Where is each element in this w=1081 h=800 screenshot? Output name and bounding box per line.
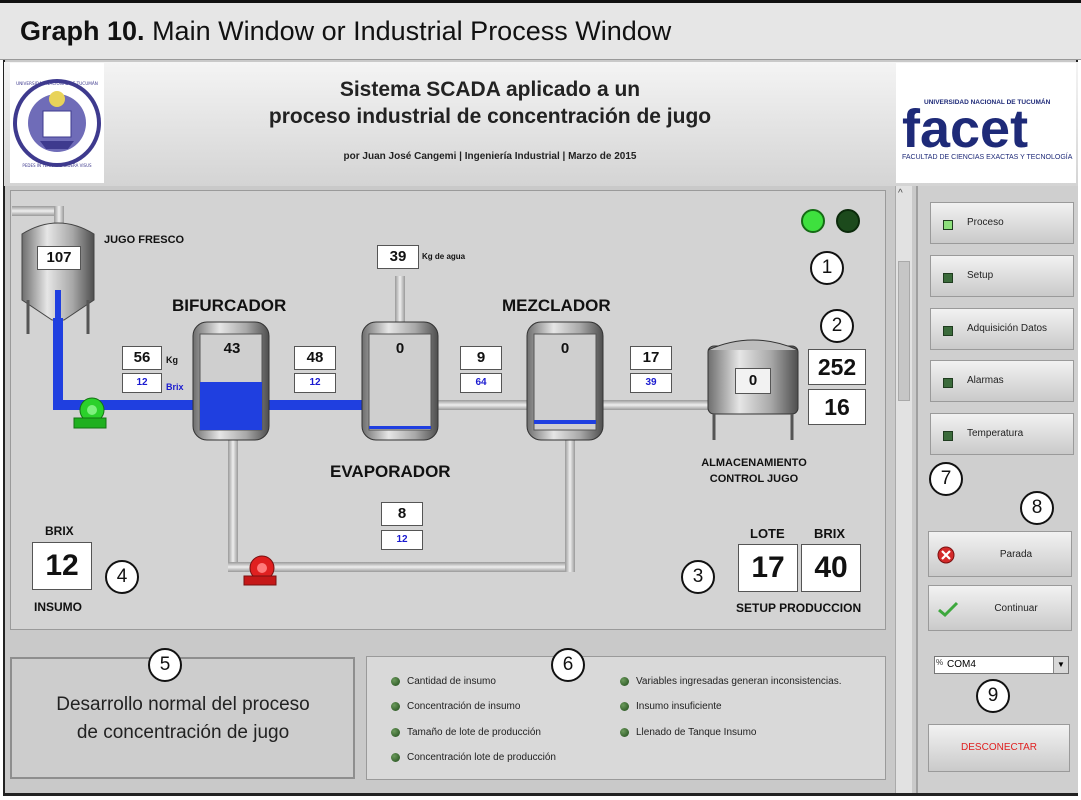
alarm-item: Concentración lote de producción: [391, 752, 556, 763]
com-port-select[interactable]: % COM4 ▼: [934, 656, 1069, 674]
alarm-led-icon: [620, 728, 629, 737]
nav-setup-button[interactable]: Setup: [930, 255, 1074, 297]
led-indicator-icon: [943, 326, 953, 336]
fresh-juice-tank: [21, 222, 95, 334]
callout-1: 1: [810, 251, 844, 285]
vertical-scrollbar[interactable]: ^: [895, 186, 912, 793]
callout-9: 9: [976, 679, 1010, 713]
alarm-item: Insumo insuficiente: [620, 701, 722, 712]
status-light-green: [801, 209, 825, 233]
evaporador-label: EVAPORADOR: [330, 462, 451, 481]
nav-temperatura-button[interactable]: Temperatura: [930, 413, 1074, 455]
alarm-led-icon: [391, 728, 400, 737]
bifurcador-value: 43: [223, 340, 241, 357]
feed-brix-value: 12: [122, 373, 162, 393]
callout-5: 5: [148, 648, 182, 682]
com-port-value: COM4: [947, 659, 976, 670]
feed-kg-value: 56: [122, 346, 162, 370]
alarm-item: Tamaño de lote de producción: [391, 727, 541, 738]
setup-brix-value: 40: [801, 544, 861, 592]
port-prefix: %: [936, 658, 944, 667]
scroll-up-icon[interactable]: ^: [898, 188, 903, 199]
lote-value: 17: [738, 544, 798, 592]
alarm-item: Variables ingresadas generan inconsisten…: [620, 676, 842, 687]
facet-logo: UNIVERSIDAD NACIONAL DE TUCUMÁN facet FA…: [896, 63, 1076, 183]
alarm-item: Cantidad de insumo: [391, 676, 496, 687]
scroll-thumb[interactable]: [898, 261, 910, 401]
water-unit: Kg de agua: [422, 252, 466, 261]
alarm-item: Llenado de Tanque Insumo: [620, 727, 756, 738]
continuar-button[interactable]: Continuar: [928, 585, 1072, 631]
status-light-dark: [836, 209, 860, 233]
parada-button[interactable]: Parada: [928, 531, 1072, 577]
water-kg-value: 39: [377, 245, 419, 269]
svg-text:FACULTAD DE CIENCIAS EXACTAS Y: FACULTAD DE CIENCIAS EXACTAS Y TECNOLOGÍ…: [902, 152, 1073, 161]
insumo-brix-value: 12: [32, 542, 92, 590]
alarm-led-icon: [620, 702, 629, 711]
svg-text:facet: facet: [902, 99, 1028, 159]
to-evap-kg-value: 48: [294, 346, 336, 370]
storage-value: 0: [735, 368, 771, 394]
mezclador-value: 0: [560, 340, 570, 357]
insumo-brix-label: BRIX: [45, 524, 74, 538]
bypass-brix-value: 12: [381, 530, 423, 550]
bypass-kg-value: 8: [381, 502, 423, 526]
setup-produccion-label: SETUP PRODUCCION: [736, 601, 862, 615]
status-message: Desarrollo normal del proceso de concent…: [56, 694, 310, 743]
lote-label: LOTE: [750, 526, 785, 541]
setup-brix-label: BRIX: [814, 526, 846, 541]
nav-adquisicion-button[interactable]: Adquisición Datos: [930, 308, 1074, 350]
alarm-led-icon: [391, 702, 400, 711]
alarm-led-icon: [620, 677, 629, 686]
mezclador-label: MEZCLADOR: [502, 296, 611, 315]
alarm-led-icon: [391, 753, 400, 762]
bypass-pipe: [228, 440, 238, 572]
to-mix-kg-value: 9: [460, 346, 502, 370]
total-kg-display: 252: [808, 349, 866, 385]
alarm-item: Concentración de insumo: [391, 701, 520, 712]
total-secondary-display: 16: [808, 389, 866, 425]
nav-alarmas-button[interactable]: Alarmas: [930, 360, 1074, 402]
callout-3: 3: [681, 560, 715, 594]
vapor-pipe: [395, 276, 405, 324]
to-mix-brix-value: 64: [460, 373, 502, 393]
nav-proceso-button[interactable]: Proceso: [930, 202, 1074, 244]
led-indicator-icon: [943, 220, 953, 230]
bifurcador-label: BIFURCADOR: [172, 296, 287, 315]
insumo-label: INSUMO: [34, 600, 82, 614]
evaporador-value: 0: [395, 340, 405, 357]
feed-pipe: [53, 318, 63, 406]
callout-2: 2: [820, 309, 854, 343]
blue-transfer-pipe: [268, 400, 368, 410]
jugo-fresco-label: JUGO FRESCO: [104, 234, 185, 246]
led-indicator-icon: [943, 273, 953, 283]
to-store-brix-value: 39: [630, 373, 672, 393]
to-evap-brix-value: 12: [294, 373, 336, 393]
storage-label: ALMACENAMIENTO CONTROL JUGO: [701, 457, 807, 485]
callout-8: 8: [1020, 491, 1054, 525]
callout-7: 7: [929, 462, 963, 496]
callout-4: 4: [105, 560, 139, 594]
led-indicator-icon: [943, 378, 953, 388]
led-indicator-icon: [943, 431, 953, 441]
chevron-down-icon[interactable]: ▼: [1053, 657, 1068, 673]
desconectar-button[interactable]: DESCONECTAR: [928, 724, 1070, 772]
fresh-tank-value: 107: [37, 246, 81, 270]
callout-6: 6: [551, 648, 585, 682]
to-store-kg-value: 17: [630, 346, 672, 370]
feed-brix-unit: Brix: [166, 382, 184, 392]
alarm-led-icon: [391, 677, 400, 686]
feed-kg-unit: Kg: [166, 355, 178, 365]
